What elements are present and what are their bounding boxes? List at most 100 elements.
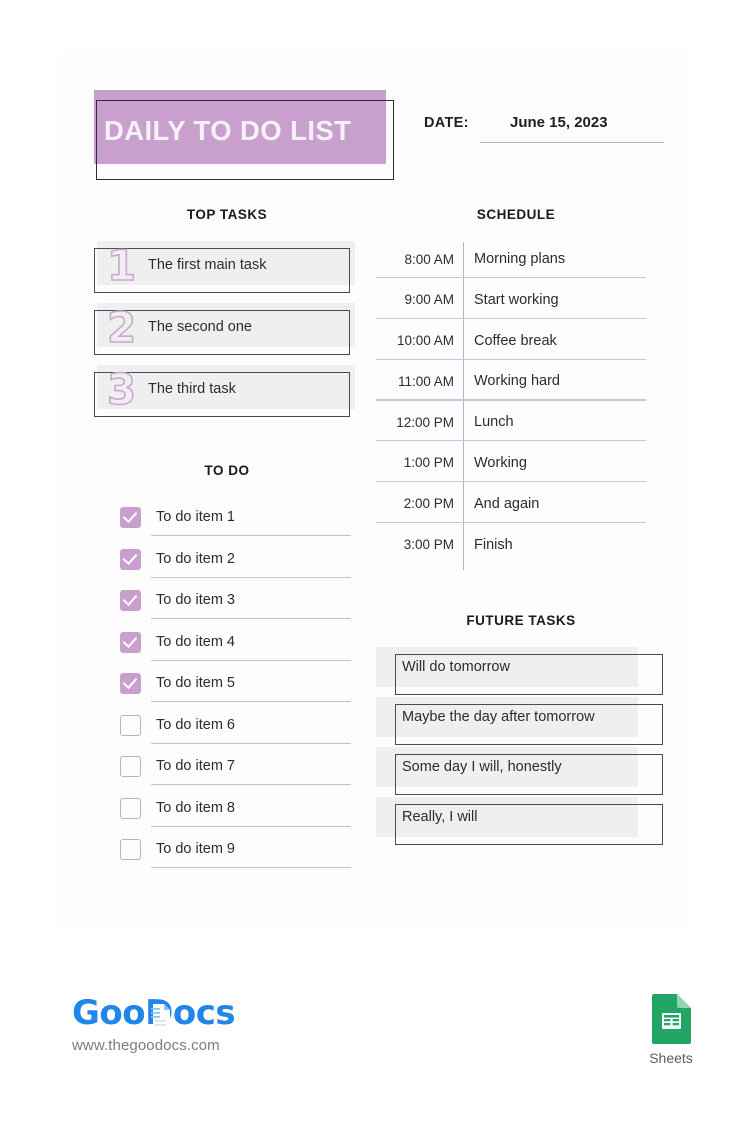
todo-row[interactable]: To do item 1 (94, 500, 360, 542)
future-tasks-section: FUTURE TASKS Will do tomorrow Maybe the d… (376, 613, 666, 847)
future-task-row[interactable]: Will do tomorrow (376, 647, 666, 697)
top-task-label[interactable]: The second one (148, 303, 252, 351)
todo-underline (151, 576, 351, 578)
schedule-task[interactable]: Lunch (474, 405, 514, 439)
schedule-task[interactable]: Working (474, 446, 527, 480)
date-value[interactable]: June 15, 2023 (510, 114, 608, 131)
future-task-label[interactable]: Maybe the day after tomorrow (402, 697, 595, 737)
document-icon (151, 999, 171, 1029)
schedule-row[interactable]: 1:00 PM Working (376, 446, 656, 487)
checkmark-icon (122, 507, 137, 524)
schedule-task[interactable]: And again (474, 487, 539, 521)
schedule-section: SCHEDULE 8:00 AM Morning plans 9:00 AM Star… (376, 207, 656, 570)
todo-checkbox[interactable] (120, 673, 141, 694)
schedule-time: 2:00 PM (403, 496, 454, 512)
todo-label[interactable]: To do item 1 (156, 500, 235, 534)
todo-underline (151, 618, 351, 620)
todo-row[interactable]: To do item 5 (94, 666, 360, 708)
top-tasks-list: 1 The first main task 2 The second one 3 The … (94, 240, 360, 417)
todo-label[interactable]: To do item 9 (156, 832, 235, 866)
schedule-time: 11:00 AM (397, 373, 454, 389)
todo-row[interactable]: To do item 7 (94, 749, 360, 791)
page-footer: GooDocs www.thegoodocs.com Sheets (0, 975, 750, 1095)
goodocs-url[interactable]: www.thegoodocs.com (72, 1037, 235, 1054)
todo-checkbox[interactable] (120, 507, 141, 528)
schedule-table: 8:00 AM Morning plans 9:00 AM Start working… (376, 242, 656, 570)
checkmark-icon (122, 549, 137, 565)
schedule-row[interactable]: 11:00 AM Working hard (376, 364, 656, 405)
document-page: DAILY TO DO LIST DATE: June 15, 2023 TOP… (58, 52, 692, 925)
schedule-time: 10:00 AM (396, 333, 454, 349)
schedule-task[interactable]: Finish (474, 528, 513, 562)
todo-underline (151, 659, 351, 661)
todo-checkbox[interactable] (120, 756, 141, 777)
future-task-label[interactable]: Will do tomorrow (402, 647, 510, 687)
todo-label[interactable]: To do item 3 (156, 583, 235, 617)
date-underline (480, 142, 664, 144)
todo-underline (151, 701, 351, 703)
top-task-label[interactable]: The third task (148, 365, 236, 413)
todo-label[interactable]: To do item 6 (156, 708, 235, 742)
future-task-label[interactable]: Some day I will, honestly (402, 747, 562, 787)
todo-checkbox[interactable] (120, 590, 141, 611)
future-tasks-list: Will do tomorrow Maybe the day after tomo… (376, 647, 666, 847)
todo-checkbox[interactable] (120, 548, 141, 570)
schedule-time: 12:00 PM (396, 414, 454, 430)
todo-underline (151, 535, 351, 537)
todo-row[interactable]: To do item 9 (94, 832, 360, 874)
future-task-row[interactable]: Maybe the day after tomorrow (376, 697, 666, 747)
todo-label[interactable]: To do item 4 (156, 625, 235, 659)
todo-label[interactable]: To do item 5 (156, 666, 235, 700)
future-task-row[interactable]: Some day I will, honestly (376, 747, 666, 797)
todo-label[interactable]: To do item 7 (156, 749, 235, 783)
schedule-rows: 8:00 AM Morning plans 9:00 AM Start working… (376, 242, 656, 568)
schedule-row[interactable]: 3:00 PM Finish (376, 528, 656, 569)
schedule-task[interactable]: Start working (474, 283, 559, 317)
todo-row[interactable]: To do item 3 (94, 583, 360, 625)
future-task-label[interactable]: Really, I will (402, 797, 477, 837)
top-task-row[interactable]: 3 The third task (94, 364, 360, 417)
schedule-task[interactable]: Morning plans (474, 242, 565, 276)
todo-label[interactable]: To do item 2 (156, 542, 235, 576)
schedule-row-rule (376, 521, 646, 523)
top-task-row[interactable]: 2 The second one (94, 302, 360, 355)
todo-row[interactable]: To do item 4 (94, 625, 360, 667)
schedule-heading: SCHEDULE (476, 207, 556, 222)
google-sheets-link[interactable]: Sheets (641, 993, 701, 1066)
top-task-number: 2 (106, 302, 137, 353)
todo-row[interactable]: To do item 8 (94, 791, 360, 833)
todo-row[interactable]: To do item 2 (94, 542, 360, 584)
todo-row[interactable]: To do item 6 (94, 708, 360, 750)
todo-label[interactable]: To do item 8 (156, 791, 235, 825)
future-task-row[interactable]: Really, I will (376, 797, 666, 847)
schedule-row[interactable]: 9:00 AM Start working (376, 283, 656, 324)
schedule-row[interactable]: 12:00 PM Lunch (376, 405, 656, 446)
schedule-time: 3:00 PM (403, 537, 454, 553)
schedule-task[interactable]: Coffee break (474, 324, 557, 358)
todo-checkbox[interactable] (120, 714, 141, 736)
todo-underline (151, 825, 351, 827)
top-task-row[interactable]: 1 The first main task (94, 240, 360, 293)
todo-checkbox[interactable] (120, 631, 141, 653)
todo-checkbox[interactable] (120, 797, 141, 819)
todo-underline (151, 742, 351, 744)
top-tasks-heading: TOP TASKS (186, 207, 268, 222)
schedule-row-rule (376, 358, 646, 360)
schedule-row-rule (376, 399, 646, 401)
future-tasks-heading: FUTURE TASKS (466, 613, 576, 628)
schedule-row-rule (376, 277, 646, 279)
schedule-row-rule (376, 480, 646, 483)
sheets-icon (651, 993, 692, 1045)
todo-section: TO DO To do item 1 To do item 2 To do item… (94, 463, 360, 874)
schedule-row[interactable]: 8:00 AM Morning plans (376, 242, 656, 283)
schedule-row[interactable]: 2:00 PM And again (376, 487, 656, 528)
schedule-time: 8:00 AM (404, 251, 454, 267)
schedule-row[interactable]: 10:00 AM Coffee break (376, 324, 656, 365)
schedule-time: 9:00 AM (404, 292, 454, 308)
schedule-row-rule (376, 440, 646, 442)
top-task-label[interactable]: The first main task (148, 241, 266, 289)
todo-checkbox[interactable] (120, 839, 141, 860)
schedule-task[interactable]: Working hard (474, 364, 560, 398)
goodocs-branding[interactable]: GooDocs www.thegoodocs.com (72, 993, 236, 1054)
checkmark-icon (122, 632, 137, 648)
